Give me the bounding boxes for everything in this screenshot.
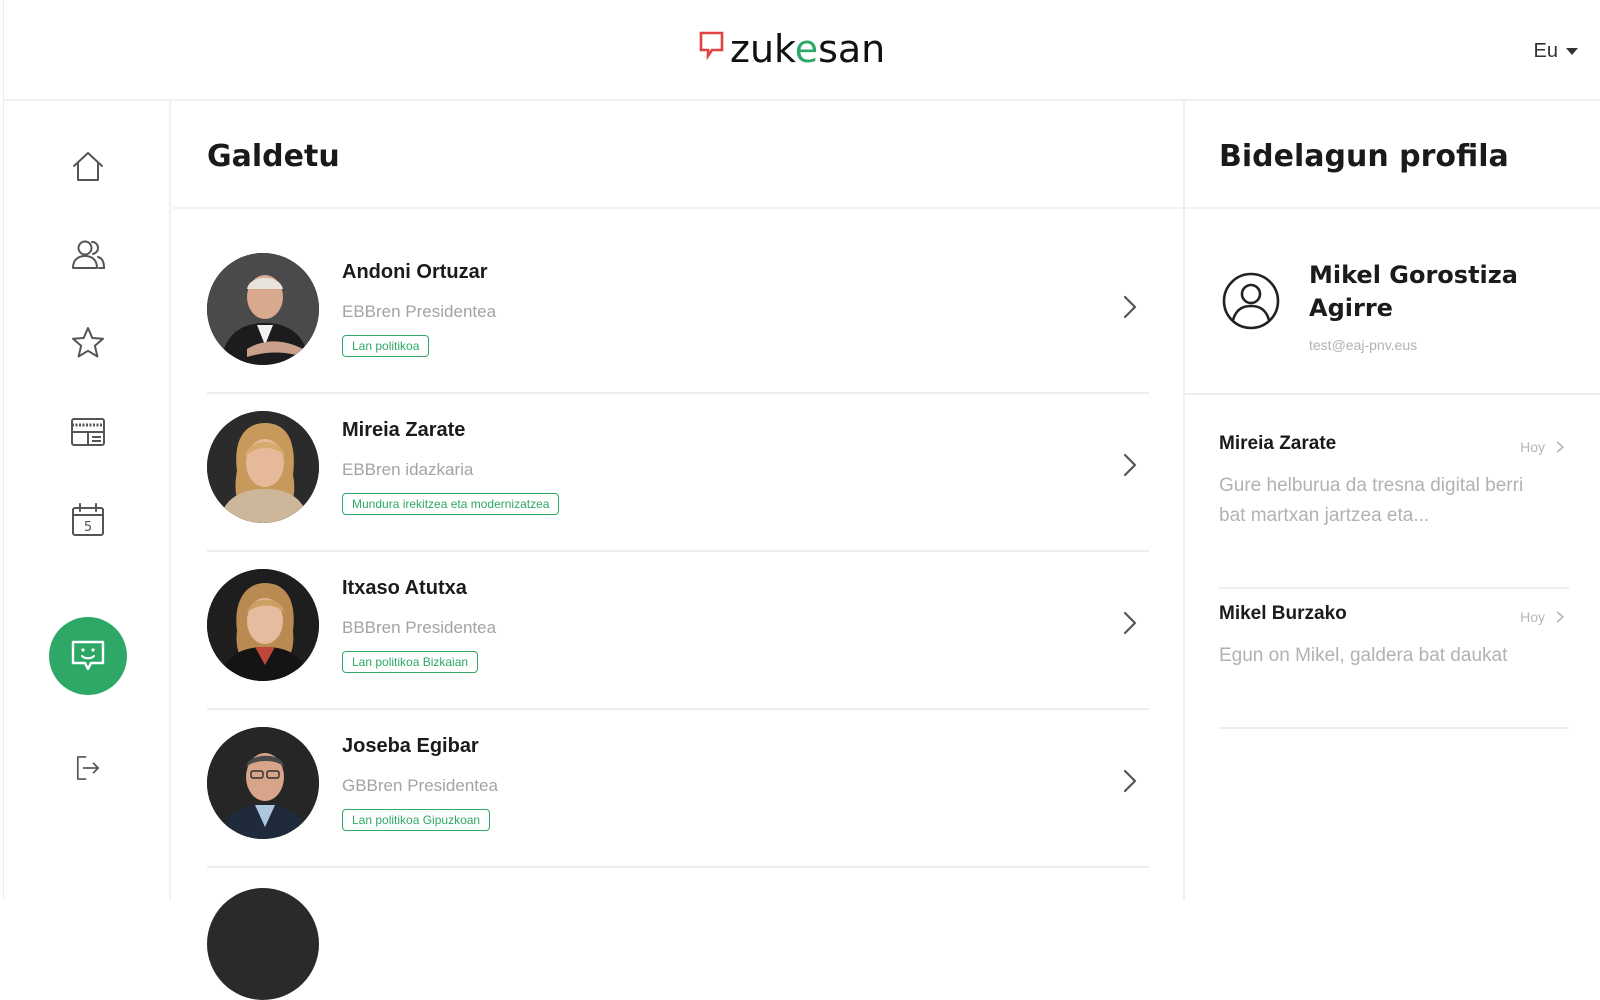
- avatar: [207, 569, 319, 681]
- avatar: [207, 888, 319, 1000]
- sidebar-item-contacts[interactable]: [4, 220, 171, 290]
- companion-panel: Bidelagun profila Mikel Gorostiza Agirre…: [1185, 101, 1600, 900]
- chevron-right-icon: [1123, 295, 1137, 319]
- main-panel: Galdetu Andoni Ortuzar EBBren Presidente…: [173, 101, 1185, 1000]
- app-root: zukesan Eu 5 Galdetu Andoni Ortuzar EBBr…: [3, 0, 1600, 1000]
- star-icon: [71, 327, 104, 358]
- person-photo-icon: [207, 253, 319, 365]
- message-preview: Egun on Mikel, galdera bat daukat: [1219, 645, 1508, 666]
- person-role: EBBren Presidentea: [342, 302, 497, 321]
- message-list: Mireia Zarate Hoy Gure helburua da tresn…: [1219, 419, 1569, 729]
- logo-text: zukesan: [730, 27, 886, 71]
- app-logo[interactable]: zukesan: [698, 30, 885, 68]
- message-sender: Mikel Burzako: [1219, 603, 1347, 624]
- list-item[interactable]: [207, 868, 1149, 1000]
- list-item[interactable]: Mireia Zarate EBBren idazkaria Mundura i…: [207, 394, 1149, 552]
- person-photo-icon: [207, 569, 319, 681]
- sidebar-item-logout[interactable]: [4, 733, 171, 803]
- chevron-right-icon: [1123, 769, 1137, 793]
- person-photo-icon: [207, 411, 319, 523]
- topic-tag: Lan politikoa: [342, 335, 430, 357]
- list-item[interactable]: Joseba Egibar GBBren Presidentea Lan pol…: [207, 710, 1149, 868]
- profile-name: Mikel Gorostiza Agirre: [1309, 261, 1518, 322]
- sidebar-item-calendar[interactable]: 5: [4, 485, 171, 555]
- topic-tag: Mundura irekitzea eta modernizatzea: [342, 493, 560, 515]
- logout-icon: [76, 756, 99, 780]
- active-nav-indicator: [48, 617, 127, 695]
- avatar: [207, 253, 319, 365]
- news-icon: [70, 418, 105, 446]
- divider: [173, 207, 1183, 209]
- sidebar-item-favorites[interactable]: [4, 308, 171, 378]
- topic-tag: Lan politikoa Gipuzkoan: [342, 809, 491, 831]
- chevron-right-icon: [1123, 611, 1137, 635]
- language-label: Eu: [1533, 40, 1558, 62]
- message-preview: Gure helburua da tresna digital berri ba…: [1219, 475, 1524, 526]
- list-item[interactable]: Andoni Ortuzar EBBren Presidentea Lan po…: [207, 236, 1149, 394]
- people-list: Andoni Ortuzar EBBren Presidentea Lan po…: [207, 236, 1149, 1000]
- person-name: Joseba Egibar: [342, 735, 479, 757]
- person-role: EBBren idazkaria: [342, 460, 474, 479]
- chevron-right-icon: [1556, 441, 1565, 453]
- language-selector[interactable]: Eu: [1534, 40, 1578, 63]
- message-time: Hoy: [1520, 609, 1565, 625]
- person-photo-icon: [207, 727, 319, 839]
- panel-title: Bidelagun profila: [1219, 139, 1509, 174]
- message-item[interactable]: Mikel Burzako Hoy Egun on Mikel, galdera…: [1219, 589, 1569, 729]
- person-name: Itxaso Atutxa: [342, 577, 467, 599]
- list-item[interactable]: Itxaso Atutxa BBBren Presidentea Lan pol…: [207, 552, 1149, 710]
- avatar: [207, 727, 319, 839]
- calendar-icon: 5: [71, 503, 104, 536]
- person-name: Andoni Ortuzar: [342, 261, 488, 283]
- users-icon: [71, 240, 105, 269]
- message-time-label: Hoy: [1520, 439, 1545, 455]
- svg-text:5: 5: [83, 520, 91, 535]
- speech-bubble-logo-icon: [699, 31, 724, 60]
- sidebar-item-news[interactable]: [4, 397, 171, 467]
- chevron-right-icon: [1123, 453, 1137, 477]
- sidebar-nav: 5: [4, 101, 171, 900]
- user-circle-icon: [1222, 272, 1280, 330]
- avatar: [207, 411, 319, 523]
- message-item[interactable]: Mireia Zarate Hoy Gure helburua da tresn…: [1219, 419, 1569, 589]
- profile-card[interactable]: Mikel Gorostiza Agirre test@eaj-pnv.eus: [1185, 209, 1600, 395]
- home-icon: [72, 152, 103, 181]
- profile-email: test@eaj-pnv.eus: [1309, 337, 1418, 353]
- top-header: zukesan Eu: [4, 0, 1600, 101]
- message-time: Hoy: [1520, 439, 1565, 455]
- person-name: Mireia Zarate: [342, 419, 466, 441]
- chevron-right-icon: [1556, 611, 1565, 623]
- chevron-down-icon: [1566, 48, 1578, 55]
- chat-icon: [71, 640, 104, 671]
- message-time-label: Hoy: [1520, 609, 1545, 625]
- message-sender: Mireia Zarate: [1219, 433, 1337, 454]
- person-role: BBBren Presidentea: [342, 618, 497, 637]
- topic-tag: Lan politikoa Bizkaian: [342, 651, 479, 673]
- person-role: GBBren Presidentea: [342, 776, 498, 795]
- page-title: Galdetu: [207, 139, 340, 174]
- sidebar-item-ask[interactable]: [4, 611, 171, 701]
- sidebar-item-home[interactable]: [4, 132, 171, 202]
